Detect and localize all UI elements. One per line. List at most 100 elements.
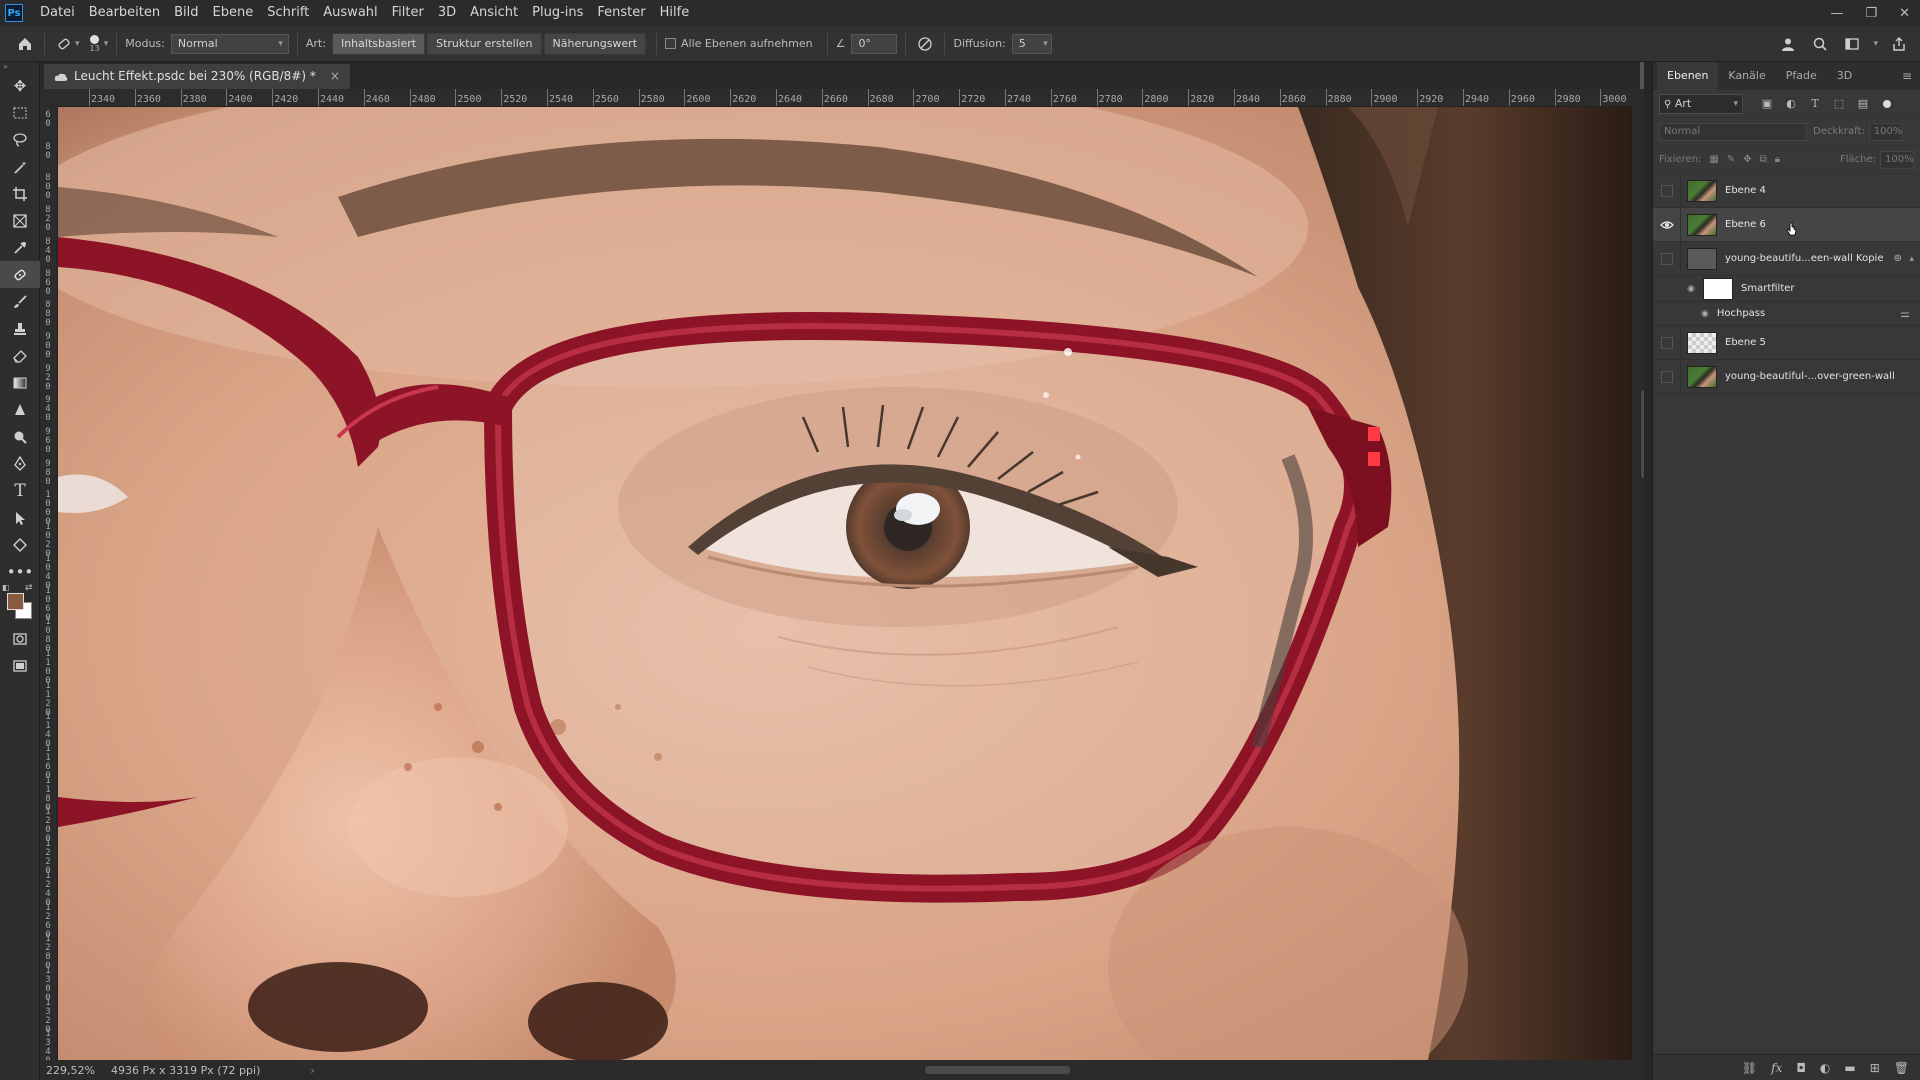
- pixel-layer-filter-icon[interactable]: ▣: [1757, 94, 1777, 114]
- horizontal-ruler[interactable]: 2340 2360 2380 2400 2420 2440 2460 2480 2500 2520…: [58, 89, 1632, 107]
- eye-icon[interactable]: ◉: [1681, 284, 1701, 294]
- blend-mode-select[interactable]: Normal: [1659, 122, 1807, 141]
- brush-preset-picker[interactable]: 13: [90, 34, 100, 53]
- add-mask-icon[interactable]: ◘: [1796, 1061, 1806, 1075]
- opacity-input[interactable]: 100%: [1868, 122, 1903, 141]
- filter-blending-options-icon[interactable]: ⚌: [1900, 307, 1910, 320]
- brush-tool-icon[interactable]: [0, 288, 40, 315]
- chevron-down-icon[interactable]: ▾: [1873, 39, 1878, 49]
- tab-kanaele[interactable]: Kanäle: [1718, 62, 1775, 90]
- tab-pfade[interactable]: Pfade: [1776, 62, 1827, 90]
- photoshop-logo-icon[interactable]: Ps: [5, 4, 23, 22]
- frame-tool-icon[interactable]: [0, 207, 40, 234]
- mode-select[interactable]: Normal ▾: [170, 33, 289, 54]
- menu-plugins[interactable]: Plug-ins: [525, 0, 590, 26]
- clone-stamp-tool-icon[interactable]: [0, 315, 40, 342]
- ruler-origin[interactable]: [40, 89, 58, 107]
- menu-auswahl[interactable]: Auswahl: [316, 0, 384, 26]
- layer-row[interactable]: Ebene 5: [1653, 325, 1920, 360]
- quick-mask-icon[interactable]: [0, 625, 40, 652]
- workspace-icon[interactable]: [1841, 33, 1863, 55]
- tab-3d[interactable]: 3D: [1827, 62, 1862, 90]
- swap-colors-icon[interactable]: ⇄: [25, 583, 33, 593]
- menu-filter[interactable]: Filter: [385, 0, 431, 26]
- smartfilter-mask-thumbnail[interactable]: [1703, 277, 1733, 300]
- share-icon[interactable]: [1888, 33, 1910, 55]
- pressure-size-icon[interactable]: [914, 33, 936, 55]
- lock-pixels-icon[interactable]: ✎: [1727, 154, 1735, 165]
- document-tab[interactable]: Leucht Effekt.psdc bei 230% (RGB/8#) * ×: [44, 64, 350, 89]
- crop-tool-icon[interactable]: [0, 180, 40, 207]
- content-aware-button[interactable]: Inhaltsbasiert: [331, 32, 426, 55]
- chevron-up-icon[interactable]: ▴: [1909, 254, 1914, 264]
- vertical-scrollbar[interactable]: [1632, 89, 1648, 1060]
- menu-fenster[interactable]: Fenster: [590, 0, 652, 26]
- panel-menu-icon[interactable]: ≡: [1902, 69, 1912, 83]
- menu-datei[interactable]: Datei: [33, 0, 82, 26]
- proximity-match-button[interactable]: Näherungswert: [543, 32, 647, 55]
- panel-collapse-icon[interactable]: »: [0, 62, 39, 72]
- home-icon[interactable]: [14, 33, 36, 55]
- eyedropper-tool-icon[interactable]: [0, 234, 40, 261]
- menu-bearbeiten[interactable]: Bearbeiten: [82, 0, 167, 26]
- search-icon[interactable]: [1809, 33, 1831, 55]
- lasso-tool-icon[interactable]: [0, 126, 40, 153]
- adjustment-layer-icon[interactable]: ◐: [1820, 1061, 1830, 1075]
- default-colors-icon[interactable]: ◧: [2, 583, 10, 592]
- foreground-color-swatch[interactable]: [7, 593, 24, 610]
- minimize-window-icon[interactable]: —: [1830, 6, 1843, 21]
- user-account-icon[interactable]: [1777, 33, 1799, 55]
- panel-dock-divider[interactable]: [1644, 62, 1652, 1080]
- delete-layer-trash-icon[interactable]: 🗑︎: [1894, 1061, 1909, 1075]
- layer-row[interactable]: young-beautiful-...over-green-wall: [1653, 359, 1920, 394]
- filter-toggle-icon[interactable]: [1883, 99, 1891, 108]
- dodge-tool-icon[interactable]: [0, 423, 40, 450]
- menu-ebene[interactable]: Ebene: [206, 0, 261, 26]
- diffusion-select[interactable]: 5 ▾: [1011, 33, 1052, 54]
- type-layer-filter-icon[interactable]: T: [1805, 94, 1825, 114]
- adjustment-layer-filter-icon[interactable]: ◐: [1781, 94, 1801, 114]
- lock-transparent-icon[interactable]: ▦: [1709, 154, 1718, 165]
- spot-healing-brush-tool-preset-icon[interactable]: [53, 33, 75, 55]
- visibility-toggle[interactable]: [1653, 359, 1681, 394]
- close-tab-icon[interactable]: ×: [330, 64, 340, 89]
- layer-row[interactable]: Ebene 6: [1653, 207, 1920, 242]
- menu-3d[interactable]: 3D: [431, 0, 463, 26]
- spot-healing-brush-tool-icon[interactable]: [0, 261, 40, 288]
- new-layer-icon[interactable]: ⊞: [1870, 1061, 1880, 1075]
- eye-icon[interactable]: ◉: [1701, 309, 1709, 319]
- shape-layer-filter-icon[interactable]: ⬚: [1829, 94, 1849, 114]
- menu-hilfe[interactable]: Hilfe: [653, 0, 697, 26]
- smart-object-filter-icon[interactable]: ▤: [1853, 94, 1873, 114]
- filter-row-hochpass[interactable]: ◉ Hochpass ⚌: [1653, 302, 1920, 326]
- close-window-icon[interactable]: ✕: [1899, 6, 1910, 21]
- lock-artboard-icon[interactable]: ⧉: [1760, 154, 1767, 165]
- more-tools-icon[interactable]: •••: [0, 558, 40, 585]
- menu-ansicht[interactable]: Ansicht: [463, 0, 525, 26]
- layer-kind-filter[interactable]: ⚲ Art ▾: [1659, 93, 1743, 114]
- path-selection-tool-icon[interactable]: [0, 504, 40, 531]
- move-tool-icon[interactable]: ✥: [0, 72, 40, 99]
- layer-row[interactable]: young-beautifu...een-wall Kopie ⊚ ▴: [1653, 241, 1920, 276]
- menu-schrift[interactable]: Schrift: [260, 0, 316, 26]
- horizontal-scrollbar-thumb[interactable]: [925, 1066, 1070, 1074]
- layer-style-fx-icon[interactable]: fx: [1771, 1061, 1782, 1075]
- chevron-down-icon[interactable]: ▾: [75, 39, 80, 49]
- new-group-folder-icon[interactable]: ▬: [1844, 1061, 1855, 1075]
- screen-mode-icon[interactable]: [0, 652, 40, 679]
- visibility-toggle[interactable]: [1653, 241, 1681, 276]
- document-canvas[interactable]: [58, 107, 1632, 1060]
- visibility-toggle[interactable]: [1653, 173, 1681, 208]
- fill-input[interactable]: 100%: [1880, 150, 1914, 169]
- layer-row[interactable]: Ebene 4: [1653, 173, 1920, 208]
- vertical-ruler[interactable]: 60 80 800 820 840 860 880 900 920 940 960 980 1000 10…: [40, 107, 58, 1060]
- magic-wand-tool-icon[interactable]: [0, 153, 40, 180]
- visibility-toggle[interactable]: [1653, 325, 1681, 360]
- zoom-level[interactable]: 229,52%: [46, 1064, 95, 1077]
- create-texture-button[interactable]: Struktur erstellen: [427, 32, 542, 55]
- smart-filter-badge-icon[interactable]: ⊚: [1894, 253, 1902, 264]
- type-tool-icon[interactable]: T: [0, 477, 40, 504]
- eraser-tool-icon[interactable]: [0, 342, 40, 369]
- smartfilter-row[interactable]: ◉ Smartfilter: [1653, 276, 1920, 302]
- chevron-down-icon[interactable]: ▾: [104, 39, 109, 49]
